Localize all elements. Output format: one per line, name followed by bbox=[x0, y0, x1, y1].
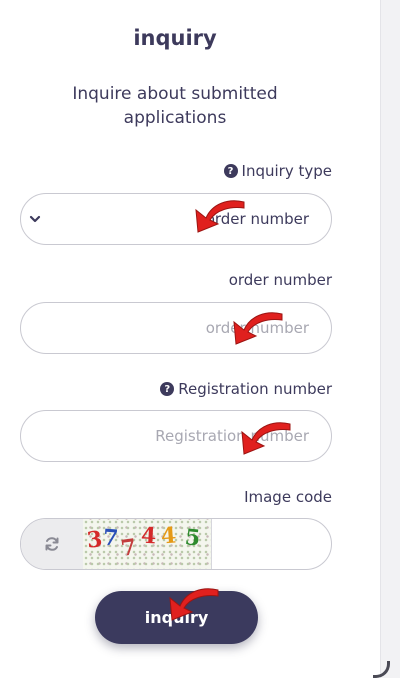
captcha-char: 4 bbox=[140, 522, 157, 550]
red-pointer-arrow-icon bbox=[241, 422, 291, 455]
refresh-icon bbox=[45, 537, 59, 551]
inquiry-type-label: ? Inquiry type bbox=[223, 162, 332, 180]
captcha-char: 7 bbox=[119, 534, 139, 562]
question-circle-icon[interactable]: ? bbox=[160, 382, 175, 396]
window-edge bbox=[373, 0, 400, 678]
inquiry-page: inquiry Inquire about submitted applicat… bbox=[0, 0, 400, 678]
red-pointer-arrow-icon bbox=[233, 312, 283, 345]
captcha-char: 4 bbox=[160, 522, 178, 550]
question-circle-icon[interactable]: ? bbox=[223, 164, 238, 178]
captcha-refresh-button[interactable] bbox=[21, 519, 83, 569]
page-title: inquiry bbox=[133, 26, 217, 50]
registration-number-label-text: Registration number bbox=[178, 380, 332, 398]
image-code-input[interactable] bbox=[212, 519, 331, 569]
image-code-label-text: Image code bbox=[244, 488, 332, 506]
order-number-label-text: order number bbox=[228, 271, 332, 289]
page-subtitle: Inquire about submitted applications bbox=[72, 84, 278, 128]
inquiry-type-select[interactable]: order number bbox=[20, 193, 332, 245]
chevron-down-icon bbox=[29, 215, 41, 223]
captcha-image: 377445 bbox=[83, 519, 212, 569]
captcha-char: 5 bbox=[183, 524, 202, 552]
registration-number-label: ? Registration number bbox=[160, 380, 332, 398]
red-pointer-arrow-icon bbox=[195, 200, 245, 233]
window-corner bbox=[373, 661, 390, 678]
image-code-label: Image code bbox=[244, 488, 332, 506]
inquiry-type-label-text: Inquiry type bbox=[241, 162, 332, 180]
order-number-label: order number bbox=[229, 271, 332, 289]
captcha-char: 7 bbox=[102, 524, 120, 552]
captcha-char: 3 bbox=[85, 526, 104, 554]
red-pointer-arrow-icon bbox=[169, 588, 219, 621]
image-code-field: 377445 bbox=[20, 518, 332, 570]
